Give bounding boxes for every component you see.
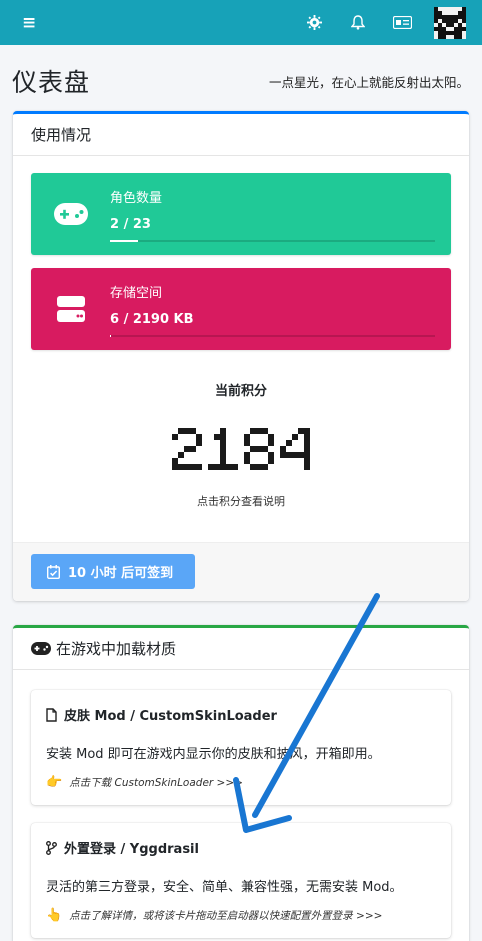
- hdd-icon: [31, 296, 110, 322]
- score-hint: 点击积分查看说明: [197, 495, 285, 508]
- hand-pointing-up-icon: 👆: [46, 908, 63, 923]
- storage-value: 6 / 2190 KB: [110, 311, 194, 327]
- skin-mod-link-row[interactable]: 👉 点击下载 CustomSkinLoader >>>: [46, 775, 436, 790]
- checkin-label: 10 小时 后可签到: [68, 566, 174, 581]
- score-digit: [172, 428, 202, 470]
- checkin-button[interactable]: 10 小时 后可签到: [31, 554, 196, 589]
- score-digit: [280, 428, 310, 470]
- score-digit: [208, 428, 238, 470]
- yggdrasil-link[interactable]: 点击了解详情，或将该卡片拖动至启动器以快速配置外置登录 >>>: [69, 908, 382, 923]
- characters-label: 角色数量: [110, 190, 163, 206]
- yggdrasil-title-row: 外置登录 / Yggdrasil: [46, 838, 436, 857]
- usage-card-title: 使用情况: [31, 126, 92, 144]
- bell-icon[interactable]: [336, 15, 380, 30]
- menu-icon[interactable]: ≡: [22, 13, 36, 33]
- characters-progress: [110, 239, 435, 242]
- characters-value: 2 / 23: [110, 216, 151, 232]
- id-card-icon[interactable]: [380, 16, 424, 29]
- gamepad-icon: [31, 642, 51, 655]
- characters-info-content: 角色数量 2 / 23: [110, 187, 451, 242]
- materials-card-title: 在游戏中加载材质: [56, 640, 177, 658]
- gamepad-icon: [31, 203, 110, 225]
- storage-progress-bar: [110, 334, 112, 337]
- materials-card-header: 在游戏中加载材质: [13, 628, 469, 670]
- avatar[interactable]: [434, 6, 466, 39]
- yggdrasil-title: 外置登录 / Yggdrasil: [64, 842, 199, 857]
- top-navbar: ≡: [0, 0, 482, 45]
- storage-label: 存储空间: [110, 285, 163, 301]
- materials-card: 在游戏中加载材质 皮肤 Mod / CustomSkinLoader 安装 Mo…: [13, 625, 469, 941]
- yggdrasil-link-row[interactable]: 👆 点击了解详情，或将该卡片拖动至启动器以快速配置外置登录 >>>: [46, 908, 436, 923]
- page-title: 仪表盘: [12, 68, 91, 97]
- score-digit: [244, 428, 274, 470]
- score-digits[interactable]: [166, 419, 316, 479]
- score-value[interactable]: 2184: [31, 419, 451, 479]
- characters-progress-bar: [110, 239, 139, 242]
- gear-icon[interactable]: [292, 15, 336, 30]
- code-branch-icon: [46, 840, 57, 855]
- usage-card: 使用情况 角色数量 2 / 23 存储空间 6 / 2190 KB 当前积分 点…: [13, 111, 469, 601]
- materials-card-body: 皮肤 Mod / CustomSkinLoader 安装 Mod 即可在游戏内显…: [13, 670, 469, 938]
- storage-info-content: 存储空间 6 / 2190 KB: [110, 282, 451, 337]
- content-header: 仪表盘 一点星光，在心上就能反射出太阳。: [0, 45, 482, 111]
- characters-info-box: 角色数量 2 / 23: [31, 173, 451, 255]
- skin-mod-card[interactable]: 皮肤 Mod / CustomSkinLoader 安装 Mod 即可在游戏内显…: [31, 690, 451, 805]
- hand-pointing-icon: 👉: [46, 775, 63, 790]
- storage-info-box: 存储空间 6 / 2190 KB: [31, 268, 451, 350]
- motto-text: 一点星光，在心上就能反射出太阳。: [268, 74, 469, 90]
- skin-mod-desc: 安装 Mod 即可在游戏内显示你的皮肤和披风，开箱即用。: [46, 747, 381, 762]
- file-icon: [46, 707, 57, 722]
- skin-mod-title: 皮肤 Mod / CustomSkinLoader: [64, 709, 277, 724]
- skin-mod-link[interactable]: 点击下载 CustomSkinLoader >>>: [69, 775, 243, 790]
- usage-card-header: 使用情况: [13, 114, 469, 156]
- calendar-check-icon: [47, 564, 60, 579]
- yggdrasil-card[interactable]: 外置登录 / Yggdrasil 灵活的第三方登录，安全、简单、兼容性强，无需安…: [31, 823, 451, 938]
- usage-card-footer: 10 小时 后可签到: [13, 542, 469, 601]
- navbar-right: [292, 6, 466, 39]
- usage-card-body: 角色数量 2 / 23 存储空间 6 / 2190 KB 当前积分 2184 点…: [13, 156, 469, 542]
- yggdrasil-desc: 灵活的第三方登录，安全、简单、兼容性强，无需安装 Mod。: [46, 880, 403, 895]
- score-title: 当前积分: [214, 384, 267, 399]
- storage-progress: [110, 334, 435, 337]
- skin-mod-title-row: 皮肤 Mod / CustomSkinLoader: [46, 705, 436, 724]
